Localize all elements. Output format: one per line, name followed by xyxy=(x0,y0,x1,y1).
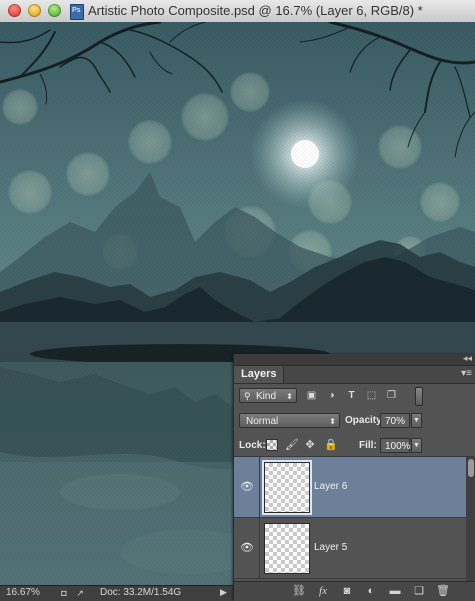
chevron-updown-icon: ⬍ xyxy=(329,417,336,426)
lock-all-icon[interactable]: 🔒 xyxy=(324,439,338,451)
new-group-icon[interactable]: ▬ xyxy=(388,585,402,598)
close-window-button[interactable] xyxy=(8,4,21,17)
new-layer-icon[interactable]: ❏ xyxy=(412,585,426,598)
fill-label: Fill: xyxy=(359,440,377,451)
filter-adjustment-layers-icon[interactable]: ◑ xyxy=(326,390,337,401)
opacity-label: Opacity: xyxy=(345,415,386,426)
filter-shape-layers-icon[interactable]: ⬚ xyxy=(366,390,377,401)
layer-thumbnail[interactable] xyxy=(264,462,310,513)
visibility-eye-icon[interactable]: 👁 xyxy=(238,478,256,496)
layer-name[interactable]: Layer 5 xyxy=(314,542,347,553)
tab-layers[interactable]: Layers xyxy=(234,366,285,383)
zoom-window-button[interactable] xyxy=(48,4,61,17)
status-menu-arrow-icon[interactable]: ▶ xyxy=(220,587,227,598)
filter-toggle-switch[interactable] xyxy=(415,387,423,406)
layers-list: 👁 Layer 6 👁 Layer 5 xyxy=(234,457,466,581)
share-icon[interactable]: ↗ xyxy=(74,588,86,598)
collapse-panel-icon[interactable]: ◂◂ xyxy=(463,353,472,364)
layer-filter-row: ⚲ Kind ⬍ ▣ ◑ T ⬚ ❐ xyxy=(234,384,475,408)
divider xyxy=(259,518,260,578)
layer-name[interactable]: Layer 6 xyxy=(314,481,347,492)
chevron-updown-icon: ⬍ xyxy=(286,392,293,401)
layers-scrollbar[interactable] xyxy=(466,457,475,581)
fill-input[interactable]: 100% xyxy=(380,438,411,453)
panel-header-strip[interactable]: ◂◂ xyxy=(234,353,475,366)
lock-image-pixels-icon[interactable]: 🖌 xyxy=(285,439,299,451)
panel-menu-icon[interactable]: ▾≡ xyxy=(461,368,472,379)
search-icon: ⚲ xyxy=(244,391,251,401)
opacity-dropdown-button[interactable]: ▼ xyxy=(411,413,422,428)
lock-label: Lock: xyxy=(239,440,266,451)
link-layers-icon[interactable]: ⛓ xyxy=(292,585,306,598)
scrollbar-thumb[interactable] xyxy=(468,459,474,477)
layer-thumbnail[interactable] xyxy=(264,523,310,574)
divider xyxy=(259,457,260,517)
add-mask-icon[interactable]: ◙ xyxy=(340,585,354,598)
trash-icon[interactable]: 🗑 xyxy=(436,585,450,598)
layer-row[interactable]: 👁 Layer 6 xyxy=(234,457,466,518)
blend-mode-select[interactable]: Normal ⬍ xyxy=(239,413,340,428)
layer-row[interactable]: 👁 Layer 5 xyxy=(234,518,466,579)
panel-footer: ⛓ fx ◙ ◐ ▬ ❏ 🗑 xyxy=(234,581,475,601)
psd-file-icon xyxy=(70,4,84,20)
filter-pixel-layers-icon[interactable]: ▣ xyxy=(306,390,317,401)
visibility-eye-icon[interactable]: 👁 xyxy=(238,539,256,557)
adjustment-layer-icon[interactable]: ◐ xyxy=(364,585,378,598)
status-options-icon[interactable]: ◘ xyxy=(58,588,70,598)
layers-panel: ◂◂ Layers ▾≡ ⚲ Kind ⬍ ▣ ◑ T ⬚ ❐ Normal ⬍… xyxy=(233,353,475,601)
fx-icon[interactable]: fx xyxy=(316,585,330,598)
window-title: Artistic Photo Composite.psd @ 16.7% (La… xyxy=(88,3,423,18)
doc-size-info: Doc: 33.2M/1.54G xyxy=(100,587,182,598)
filter-smart-objects-icon[interactable]: ❐ xyxy=(386,390,397,401)
lock-transparent-pixels-icon[interactable] xyxy=(266,439,278,451)
filter-type-layers-icon[interactable]: T xyxy=(346,390,357,401)
zoom-level[interactable]: 16.67% xyxy=(6,587,40,598)
panel-tab-bar: Layers ▾≡ xyxy=(234,366,475,384)
minimize-window-button[interactable] xyxy=(28,4,41,17)
blend-mode-value: Normal xyxy=(246,416,279,427)
lock-row: Lock: 🖌 ✥ 🔒 Fill: 100% ▼ xyxy=(234,434,475,457)
fill-dropdown-button[interactable]: ▼ xyxy=(411,438,422,453)
title-bar: Artistic Photo Composite.psd @ 16.7% (La… xyxy=(0,0,475,23)
blend-row: Normal ⬍ Opacity: 70% ▼ xyxy=(234,410,475,432)
filter-kind-select[interactable]: ⚲ Kind ⬍ xyxy=(239,388,297,403)
filter-kind-label: Kind xyxy=(256,391,277,402)
opacity-input[interactable]: 70% xyxy=(380,413,410,428)
lock-position-icon[interactable]: ✥ xyxy=(304,439,316,451)
